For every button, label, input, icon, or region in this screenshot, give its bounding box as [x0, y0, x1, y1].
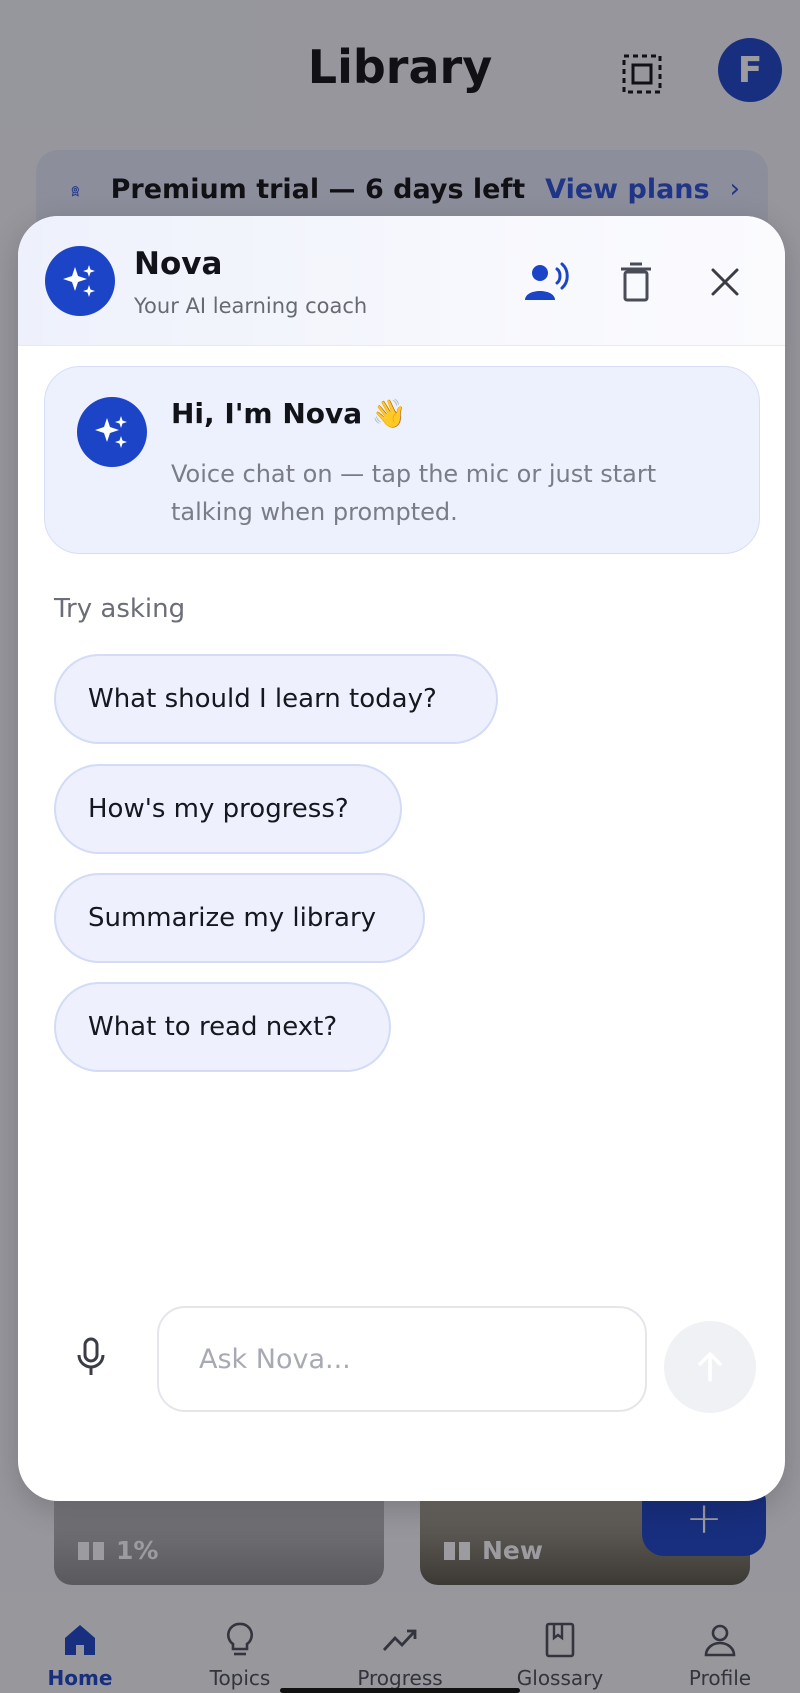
send-arrow-icon [698, 1352, 722, 1382]
voice-chat-button[interactable] [521, 256, 573, 308]
close-icon [711, 268, 739, 296]
greeting-card: Hi, I'm Nova 👋 Voice chat on — tap the m… [44, 366, 760, 554]
assistant-subtitle: Your AI learning coach [134, 294, 368, 318]
suggestion-chip[interactable]: What should I learn today? [54, 654, 498, 744]
nova-logo [77, 397, 147, 467]
message-composer [18, 1306, 785, 1446]
suggestion-chip[interactable]: Summarize my library [54, 873, 425, 963]
mic-button[interactable] [64, 1330, 118, 1384]
sparkle-icon [63, 265, 95, 297]
home-indicator [280, 1688, 520, 1693]
ask-nova-input[interactable] [157, 1306, 647, 1412]
clear-chat-button[interactable] [610, 256, 662, 308]
mic-icon [77, 1337, 105, 1375]
sparkle-icon [95, 416, 127, 448]
nova-assistant-dialog: Nova Your AI learning coach Hi, I'm Nova… [18, 216, 785, 1501]
voice-chat-icon [525, 262, 569, 300]
close-button[interactable] [699, 256, 751, 308]
suggestion-chip[interactable]: How's my progress? [54, 764, 402, 854]
suggestions-label: Try asking [54, 594, 186, 624]
greeting-body: Voice chat on — tap the mic or just star… [171, 460, 657, 526]
greeting-title: Hi, I'm Nova 👋 [171, 397, 407, 430]
nova-logo [45, 246, 115, 316]
assistant-name: Nova [134, 246, 223, 282]
trash-icon [621, 262, 651, 302]
dialog-header: Nova Your AI learning coach [18, 216, 785, 346]
suggestion-chip[interactable]: What to read next? [54, 982, 391, 1072]
send-button[interactable] [664, 1321, 756, 1413]
